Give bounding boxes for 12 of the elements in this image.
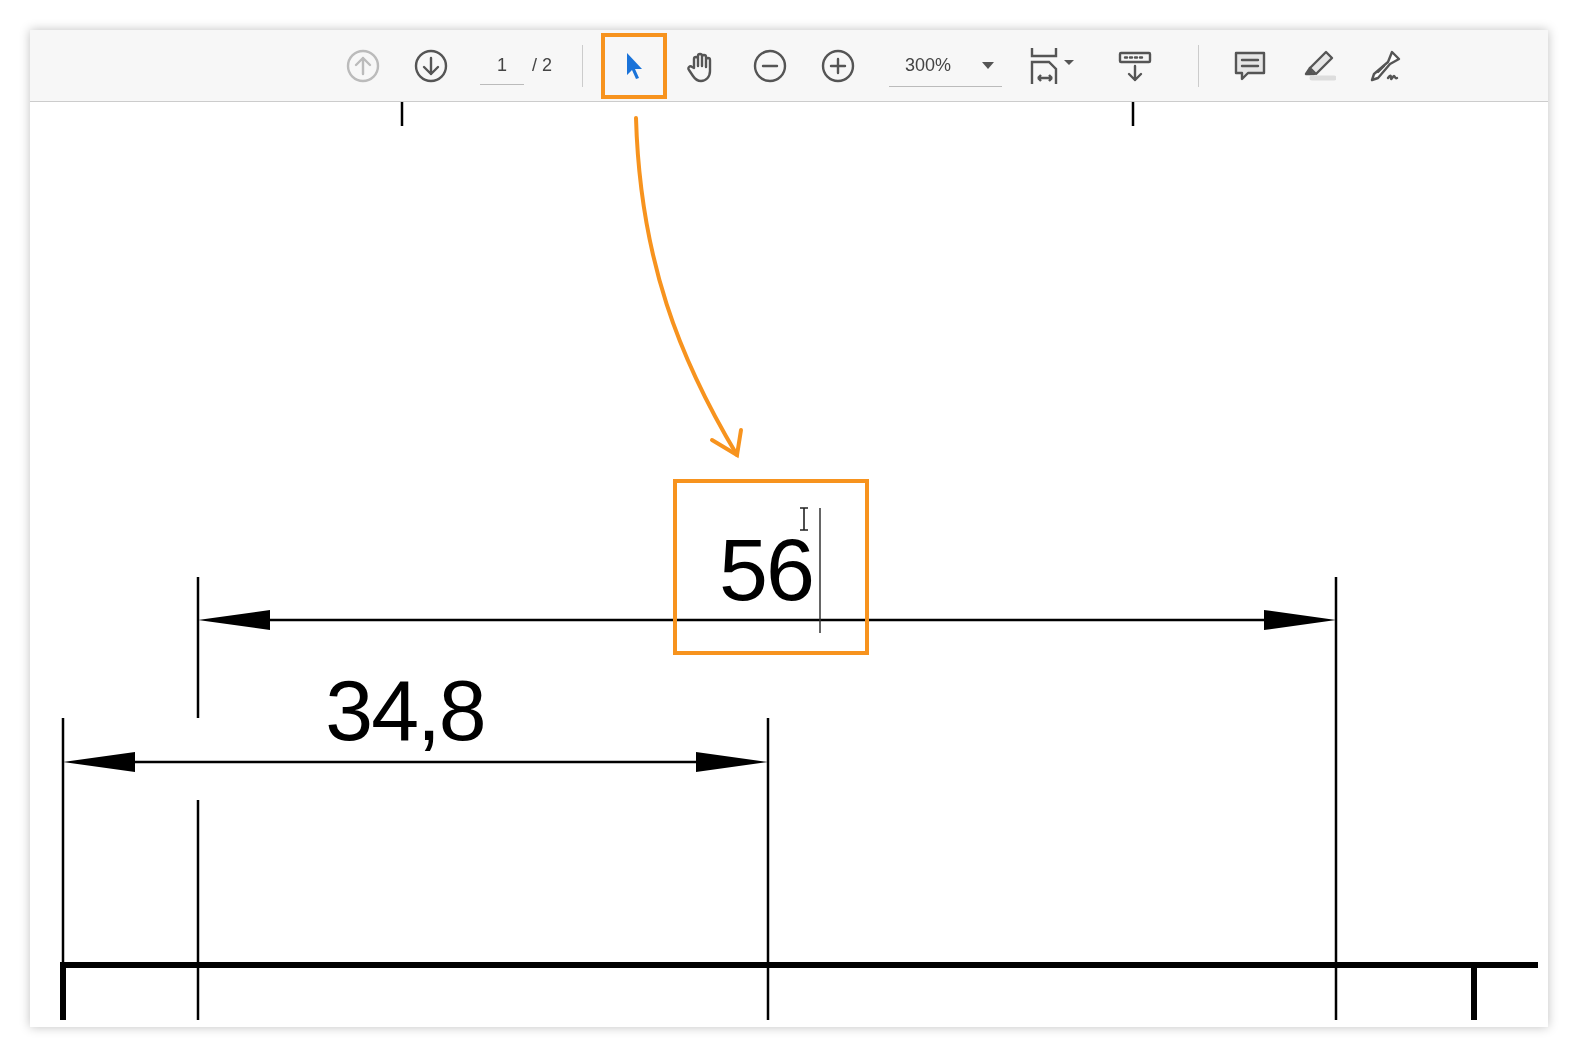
extension-line: [1131, 102, 1135, 126]
i-beam-cursor-icon: [799, 507, 809, 531]
zoom-in-icon: [820, 47, 856, 84]
page-number-field[interactable]: 1: [480, 46, 524, 85]
caret-icon: [982, 61, 994, 69]
zoom-dropdown[interactable]: 300%: [889, 44, 1002, 87]
select-tool-button[interactable]: [601, 32, 667, 99]
page-total: / 2: [532, 55, 552, 76]
dimension-label: 34,8: [325, 662, 485, 758]
extension-line: [400, 102, 404, 126]
dimension-label: 56: [719, 520, 813, 619]
zoom-out-icon: [752, 47, 788, 84]
